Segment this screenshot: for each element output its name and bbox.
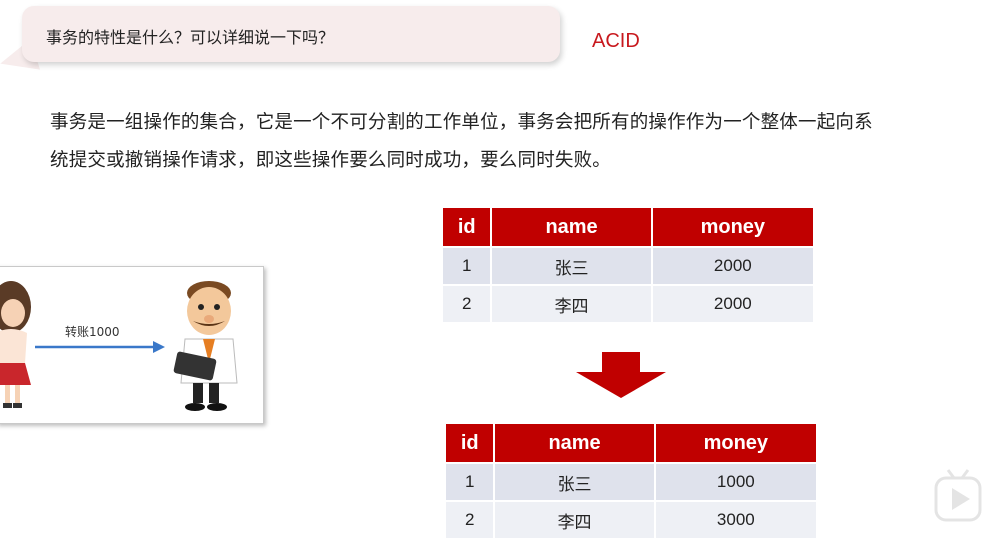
table-row: 2 李四 2000 xyxy=(443,284,813,322)
header-name: name xyxy=(491,208,653,247)
right-arrow-icon xyxy=(35,341,165,353)
acid-label: ACID xyxy=(592,30,640,52)
table-before: id name money 1 张三 2000 2 李四 2000 xyxy=(443,208,813,322)
description-line-1: 事务是一组操作的集合，它是一个不可分割的工作单位，事务会把所有的操作作为一个整体… xyxy=(50,112,873,133)
description-text: 事务是一组操作的集合，它是一个不可分割的工作单位，事务会把所有的操作作为一个整体… xyxy=(50,104,984,180)
cell-money: 3000 xyxy=(654,500,816,538)
play-icon[interactable] xyxy=(934,468,982,524)
man-figure xyxy=(173,281,238,411)
cell-name: 张三 xyxy=(491,246,653,285)
cell-name: 李四 xyxy=(494,500,656,538)
transfer-amount-label: 转账1000 xyxy=(65,325,120,339)
transfer-illustration: 转账1000 xyxy=(0,266,264,424)
girl-figure xyxy=(0,281,31,408)
header-money: money xyxy=(654,424,816,463)
table-row: 2 李四 3000 xyxy=(446,500,816,538)
cell-id: 1 xyxy=(443,246,493,285)
table-header-row: id name money xyxy=(446,424,816,463)
table-header-row: id name money xyxy=(443,208,813,247)
table-after: id name money 1 张三 1000 2 李四 3000 xyxy=(446,424,816,538)
cell-name: 李四 xyxy=(491,284,653,322)
cell-id: 2 xyxy=(443,284,493,322)
cell-money: 2000 xyxy=(651,284,813,322)
header-name: name xyxy=(494,424,656,463)
table-row: 1 张三 2000 xyxy=(443,246,813,285)
header-money: money xyxy=(651,208,813,247)
speech-bubble: 事务的特性是什么？可以详细说一下吗？ xyxy=(22,6,560,62)
question-text: 事务的特性是什么？可以详细说一下吗？ xyxy=(46,28,335,47)
down-arrow-icon xyxy=(576,352,666,398)
table-row: 1 张三 1000 xyxy=(446,462,816,501)
cell-name: 张三 xyxy=(494,462,656,501)
cell-id: 2 xyxy=(446,500,496,538)
cell-id: 1 xyxy=(446,462,496,501)
header-id: id xyxy=(443,208,493,247)
cell-money: 2000 xyxy=(651,246,813,285)
cell-money: 1000 xyxy=(654,462,816,501)
description-line-2: 统提交或撤销操作请求，即这些操作要么同时成功，要么同时失败。 xyxy=(50,150,612,171)
header-id: id xyxy=(446,424,496,463)
people-illustration xyxy=(0,281,238,411)
